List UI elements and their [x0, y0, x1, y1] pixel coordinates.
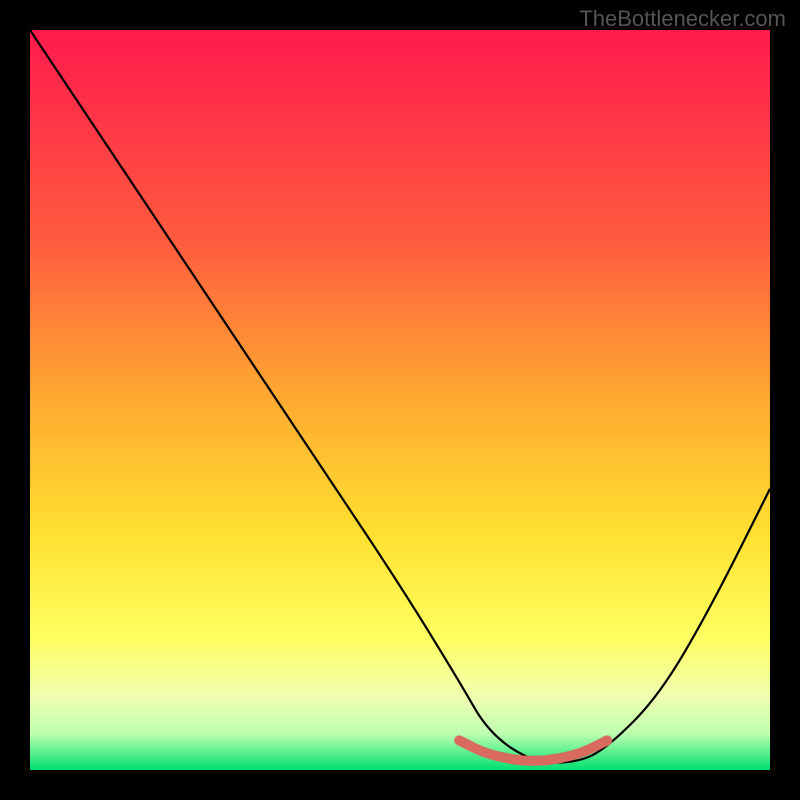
- chart-svg: [30, 30, 770, 770]
- chart-canvas: [30, 30, 770, 770]
- watermark-text: TheBottlenecker.com: [579, 6, 786, 32]
- gradient-background: [30, 30, 770, 770]
